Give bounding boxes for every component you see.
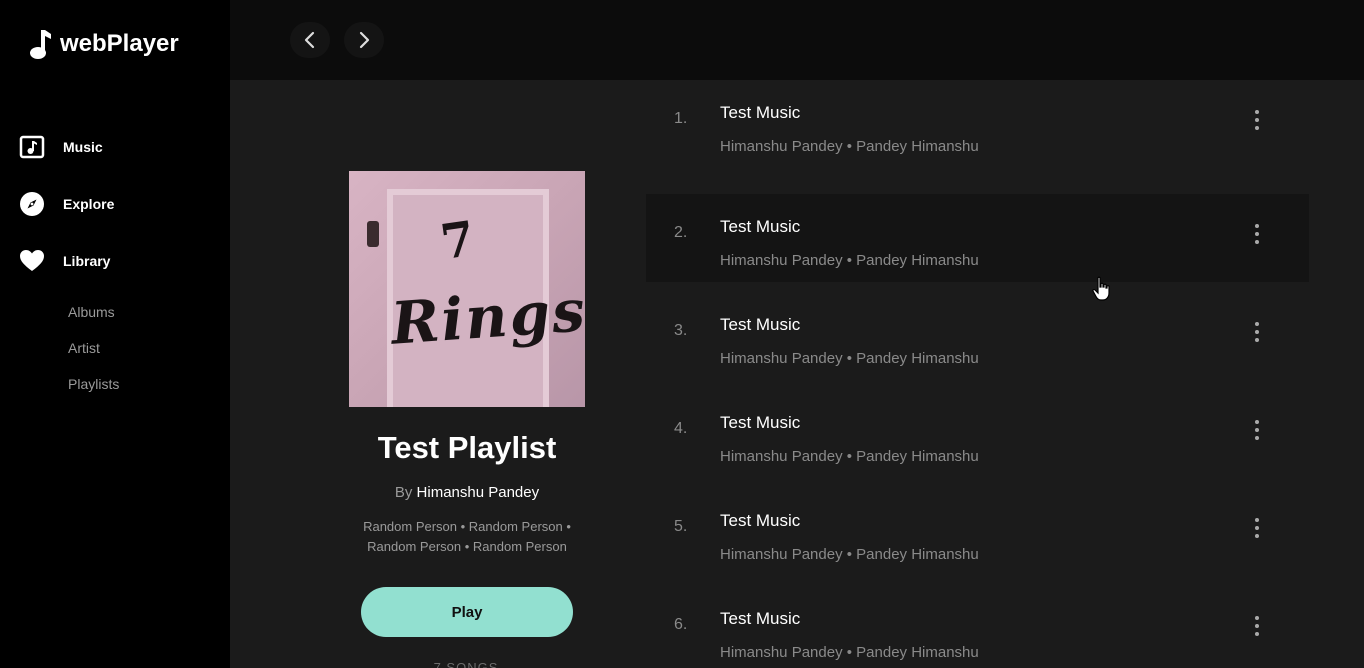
app-window: webPlayer Music Explore Library Albums A… xyxy=(0,0,1364,668)
track-number: 4. xyxy=(674,420,688,437)
more-options-icon[interactable] xyxy=(1250,110,1264,130)
play-button[interactable]: Play xyxy=(361,587,573,637)
sidebar-item-label: Explore xyxy=(63,196,115,212)
track-artists: Himanshu Pandey • Pandey Himanshu xyxy=(720,448,979,465)
track-artists: Himanshu Pandey • Pandey Himanshu xyxy=(720,252,979,269)
by-prefix: By xyxy=(394,484,413,501)
track-number: 3. xyxy=(674,322,688,339)
top-bar xyxy=(230,0,1364,80)
track-row[interactable]: 4. Test Music Himanshu Pandey • Pandey H… xyxy=(646,390,1309,478)
track-artists: Himanshu Pandey • Pandey Himanshu xyxy=(720,546,979,563)
track-row[interactable]: 3. Test Music Himanshu Pandey • Pandey H… xyxy=(646,292,1309,380)
more-options-icon[interactable] xyxy=(1250,322,1264,342)
track-title: Test Music xyxy=(720,511,801,530)
playlist-owner-line: By Himanshu Pandey xyxy=(290,484,644,501)
heart-icon xyxy=(18,247,46,275)
track-artists: Himanshu Pandey • Pandey Himanshu xyxy=(720,644,979,661)
brand[interactable]: webPlayer xyxy=(28,28,179,60)
playlist-view: 7 Rings Test Playlist By Himanshu Pandey… xyxy=(230,80,1364,668)
sidebar-subitem-playlists[interactable]: Playlists xyxy=(68,376,119,392)
track-number: 2. xyxy=(674,224,688,241)
track-row[interactable]: 5. Test Music Himanshu Pandey • Pandey H… xyxy=(646,488,1309,576)
more-options-icon[interactable] xyxy=(1250,616,1264,636)
track-number: 6. xyxy=(674,616,688,633)
artists-line: Random Person • Random Person • xyxy=(363,519,571,534)
compass-icon xyxy=(18,190,46,218)
track-row[interactable]: 1. Test Music Himanshu Pandey • Pandey H… xyxy=(646,80,1309,168)
playlist-owner[interactable]: Himanshu Pandey xyxy=(417,484,540,501)
sidebar: webPlayer Music Explore Library Albums A… xyxy=(0,0,230,668)
sidebar-item-explore[interactable]: Explore xyxy=(18,190,114,218)
back-button[interactable] xyxy=(290,22,330,58)
artists-line: Random Person • Random Person xyxy=(367,539,567,554)
hand-cursor-icon xyxy=(1092,276,1110,301)
sidebar-item-library[interactable]: Library xyxy=(18,247,110,275)
cover-lamp-art xyxy=(367,221,379,247)
music-note-icon xyxy=(30,30,51,59)
track-number: 5. xyxy=(674,518,688,535)
forward-button[interactable] xyxy=(344,22,384,58)
brand-name: webPlayer xyxy=(60,30,179,57)
track-artists: Himanshu Pandey • Pandey Himanshu xyxy=(720,138,979,155)
track-title: Test Music xyxy=(720,609,801,628)
track-artists: Himanshu Pandey • Pandey Himanshu xyxy=(720,350,979,367)
sidebar-subitem-albums[interactable]: Albums xyxy=(68,304,115,320)
track-row[interactable]: 2. Test Music Himanshu Pandey • Pandey H… xyxy=(646,194,1309,282)
sidebar-item-music[interactable]: Music xyxy=(18,133,103,161)
chevron-left-icon xyxy=(304,31,315,49)
more-options-icon[interactable] xyxy=(1250,420,1264,440)
sidebar-item-label: Music xyxy=(63,139,103,155)
track-title: Test Music xyxy=(720,315,801,334)
more-options-icon[interactable] xyxy=(1250,224,1264,244)
track-title: Test Music xyxy=(720,103,801,122)
cover-graffiti-bottom: Rings xyxy=(388,276,585,358)
chevron-right-icon xyxy=(359,31,370,49)
sidebar-subitem-artist[interactable]: Artist xyxy=(68,340,100,356)
songs-count: 7 SONGS xyxy=(433,660,499,668)
sidebar-item-label: Library xyxy=(63,253,111,269)
track-row[interactable]: 6. Test Music Himanshu Pandey • Pandey H… xyxy=(646,586,1309,668)
playlist-artists: Random Person • Random Person • Random P… xyxy=(340,517,594,557)
track-title: Test Music xyxy=(720,413,801,432)
music-square-icon xyxy=(18,133,46,161)
track-number: 1. xyxy=(674,110,688,127)
track-title: Test Music xyxy=(720,217,801,236)
more-options-icon[interactable] xyxy=(1250,518,1264,538)
playlist-cover: 7 Rings xyxy=(349,171,585,407)
playlist-title: Test Playlist xyxy=(377,430,557,465)
